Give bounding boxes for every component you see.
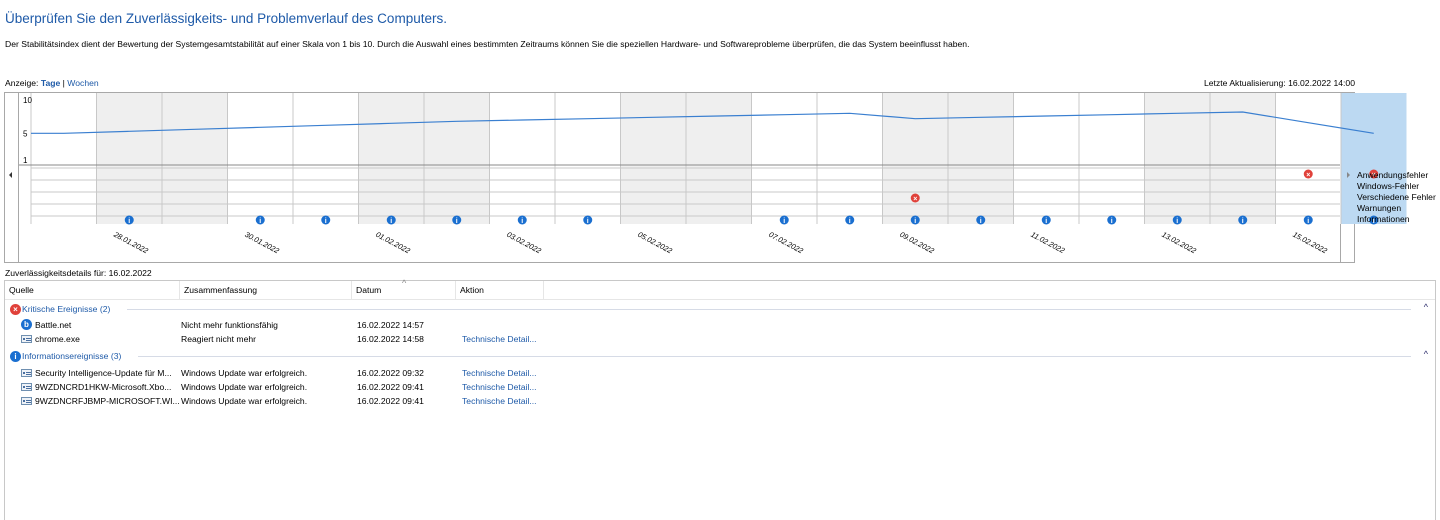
page-description: Der Stabilitätsindex dient der Bewertung…: [5, 39, 970, 49]
legend-app-errors: Anwendungsfehler: [1357, 170, 1429, 180]
group-divider: [138, 356, 1411, 357]
table-row[interactable]: Security Intelligence-Update für M... Wi…: [5, 367, 1435, 379]
error-icon: ×: [10, 304, 21, 315]
y-tick-label: 1: [23, 156, 28, 165]
row-source: Security Intelligence-Update für M...: [35, 368, 172, 378]
info-icon: i: [1176, 218, 1178, 225]
legend-warnings: Warnungen: [1357, 203, 1402, 213]
legend-windows-errors: Windows-Fehler: [1357, 181, 1420, 191]
row-summary: Windows Update war erfolgreich.: [181, 396, 308, 406]
info-icon: i: [587, 218, 589, 225]
stability-chart[interactable]: 1051× ××i i i i i i i i i i i i i i i i i28.01.2022 30.01.…: [0, 90, 1440, 266]
row-summary: Windows Update war erfolgreich.: [181, 382, 308, 392]
application-icon: [21, 397, 32, 405]
page-title: Überprüfen Sie den Zuverlässigkeits- und…: [5, 11, 447, 26]
info-icon: i: [521, 218, 523, 225]
legend-information: Informationen: [1357, 214, 1410, 224]
table-row[interactable]: 9WZDNCRD1HKW-Microsoft.Xbo... Windows Up…: [5, 381, 1435, 393]
row-source: chrome.exe: [35, 334, 80, 344]
info-icon: i: [128, 218, 130, 225]
error-icon: ×: [913, 196, 917, 203]
technical-details-link[interactable]: Technische Detail...: [462, 395, 537, 407]
technical-details-link[interactable]: Technische Detail...: [462, 381, 537, 393]
y-tick-label: 10: [23, 96, 32, 105]
info-icon: i: [849, 218, 851, 225]
group-information-label: Informationsereignisse (3): [22, 351, 122, 361]
row-date: 16.02.2022 09:32: [357, 368, 424, 378]
row-summary: Nicht mehr funktionsfähig: [181, 320, 278, 330]
y-tick-label: 5: [23, 129, 28, 138]
table-row[interactable]: b Battle.net Nicht mehr funktionsfähig 1…: [5, 319, 1435, 331]
row-summary: Windows Update war erfolgreich.: [181, 368, 308, 378]
column-source[interactable]: Quelle: [5, 281, 180, 299]
view-label: Anzeige:: [5, 78, 39, 88]
battlenet-icon: b: [21, 319, 32, 330]
collapse-chevron-icon[interactable]: ^: [1424, 302, 1428, 312]
info-icon: i: [1307, 218, 1309, 225]
collapse-chevron-icon[interactable]: ^: [1424, 349, 1428, 359]
group-critical-label: Kritische Ereignisse (2): [22, 304, 111, 314]
legend-misc-errors: Verschiedene Fehler: [1357, 192, 1436, 202]
application-icon: [21, 383, 32, 391]
info-icon: i: [783, 218, 785, 225]
info-icon: i: [1242, 218, 1244, 225]
row-date: 16.02.2022 14:57: [357, 320, 424, 330]
table-row[interactable]: chrome.exe Reagiert nicht mehr 16.02.202…: [5, 333, 1435, 345]
info-icon: i: [259, 218, 261, 225]
info-icon: i: [390, 218, 392, 225]
event-list[interactable]: Quelle Zusammenfassung Datum Aktion ^ × …: [4, 278, 1436, 520]
info-icon: i: [1111, 218, 1113, 225]
view-switch: Anzeige: Tage | Wochen: [5, 78, 99, 88]
info-icon: i: [10, 351, 21, 362]
last-update-label: Letzte Aktualisierung: 16.02.2022 14:00: [1204, 78, 1355, 88]
column-summary[interactable]: Zusammenfassung: [180, 281, 352, 299]
row-date: 16.02.2022 09:41: [357, 396, 424, 406]
list-header: Quelle Zusammenfassung Datum Aktion ^: [5, 278, 1435, 300]
technical-details-link[interactable]: Technische Detail...: [462, 333, 537, 345]
error-icon: ×: [1306, 172, 1310, 179]
table-row[interactable]: 9WZDNCRFJBMP-MICROSOFT.WI... Windows Upd…: [5, 395, 1435, 407]
info-icon: i: [325, 218, 327, 225]
group-critical-events[interactable]: × Kritische Ereignisse (2) ^: [5, 302, 1435, 315]
application-icon: [21, 335, 32, 343]
technical-details-link[interactable]: Technische Detail...: [462, 367, 537, 379]
row-date: 16.02.2022 14:58: [357, 334, 424, 344]
group-divider: [127, 309, 1411, 310]
sort-arrow-icon: ^: [402, 278, 407, 288]
view-separator: |: [62, 78, 65, 88]
info-icon: i: [1045, 218, 1047, 225]
info-icon: i: [456, 218, 458, 225]
group-information-events[interactable]: i Informationsereignisse (3) ^: [5, 349, 1435, 362]
row-date: 16.02.2022 09:41: [357, 382, 424, 392]
row-source: 9WZDNCRD1HKW-Microsoft.Xbo...: [35, 382, 172, 392]
column-action[interactable]: Aktion: [456, 281, 544, 299]
application-icon: [21, 369, 32, 377]
info-icon: i: [980, 218, 982, 225]
details-label: Zuverlässigkeitsdetails für: 16.02.2022: [5, 268, 152, 278]
row-summary: Reagiert nicht mehr: [181, 334, 256, 344]
info-icon: i: [914, 218, 916, 225]
row-source: 9WZDNCRFJBMP-MICROSOFT.WI...: [35, 396, 180, 406]
view-days-link[interactable]: Tage: [41, 78, 60, 88]
view-weeks-link[interactable]: Wochen: [67, 78, 98, 88]
row-source: Battle.net: [35, 320, 72, 330]
